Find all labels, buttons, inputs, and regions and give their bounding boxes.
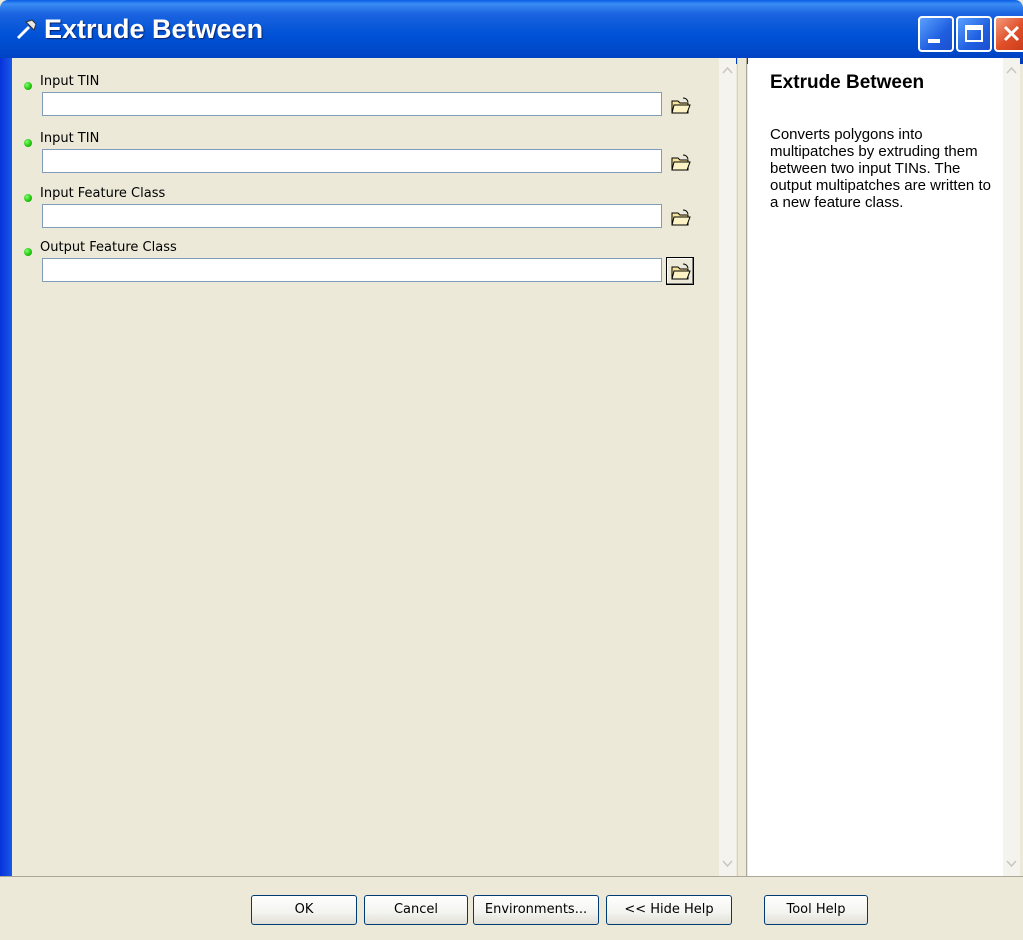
scroll-up-arrow[interactable]: [1003, 62, 1020, 79]
output-feature-class-field[interactable]: [42, 258, 662, 282]
help-scrollbar[interactable]: [1003, 58, 1020, 876]
input-tin-field[interactable]: [42, 92, 662, 116]
window-title: Extrude Between: [44, 14, 264, 44]
title-bar[interactable]: Extrude Between: [0, 0, 1023, 64]
window-border: [0, 58, 12, 940]
extrude-between-dialog: Extrude Between Input TIN Input TIN Inpu…: [0, 0, 1023, 940]
required-dot-icon: [24, 82, 32, 90]
button-bar: OK Cancel Environments... << Hide Help T…: [0, 876, 1023, 940]
scroll-down-arrow[interactable]: [1003, 855, 1020, 872]
required-dot-icon: [24, 248, 32, 256]
param-label: Input TIN: [40, 74, 100, 89]
input-feature-class-field[interactable]: [42, 204, 662, 228]
param-label: Output Feature Class: [40, 240, 177, 255]
scroll-up-arrow[interactable]: [719, 62, 736, 79]
close-button[interactable]: [994, 16, 1023, 52]
hide-help-button[interactable]: << Hide Help: [606, 895, 732, 925]
param-label: Input Feature Class: [40, 186, 166, 201]
parameters-panel: Input TIN Input TIN Input Feature Class: [12, 58, 730, 876]
parameters-scrollbar[interactable]: [719, 58, 736, 876]
browse-button[interactable]: [666, 91, 694, 119]
tool-help-button[interactable]: Tool Help: [764, 895, 868, 925]
help-panel: Extrude Between Converts polygons into m…: [748, 58, 1003, 876]
browse-button[interactable]: [666, 148, 694, 176]
scroll-down-arrow[interactable]: [719, 855, 736, 872]
param-label: Input TIN: [40, 131, 100, 146]
help-title: Extrude Between: [770, 72, 925, 93]
input-tin-field[interactable]: [42, 149, 662, 173]
ok-button[interactable]: OK: [251, 895, 357, 925]
hammer-icon: [12, 16, 40, 44]
minimize-button[interactable]: [918, 16, 954, 52]
environments-button[interactable]: Environments...: [473, 895, 599, 925]
panel-splitter[interactable]: [737, 58, 747, 876]
help-description: Converts polygons into multipatches by e…: [770, 126, 991, 211]
cancel-button[interactable]: Cancel: [364, 895, 468, 925]
required-dot-icon: [24, 194, 32, 202]
required-dot-icon: [24, 139, 32, 147]
browse-button[interactable]: [666, 257, 694, 285]
browse-button[interactable]: [666, 203, 694, 231]
maximize-button[interactable]: [956, 16, 992, 52]
